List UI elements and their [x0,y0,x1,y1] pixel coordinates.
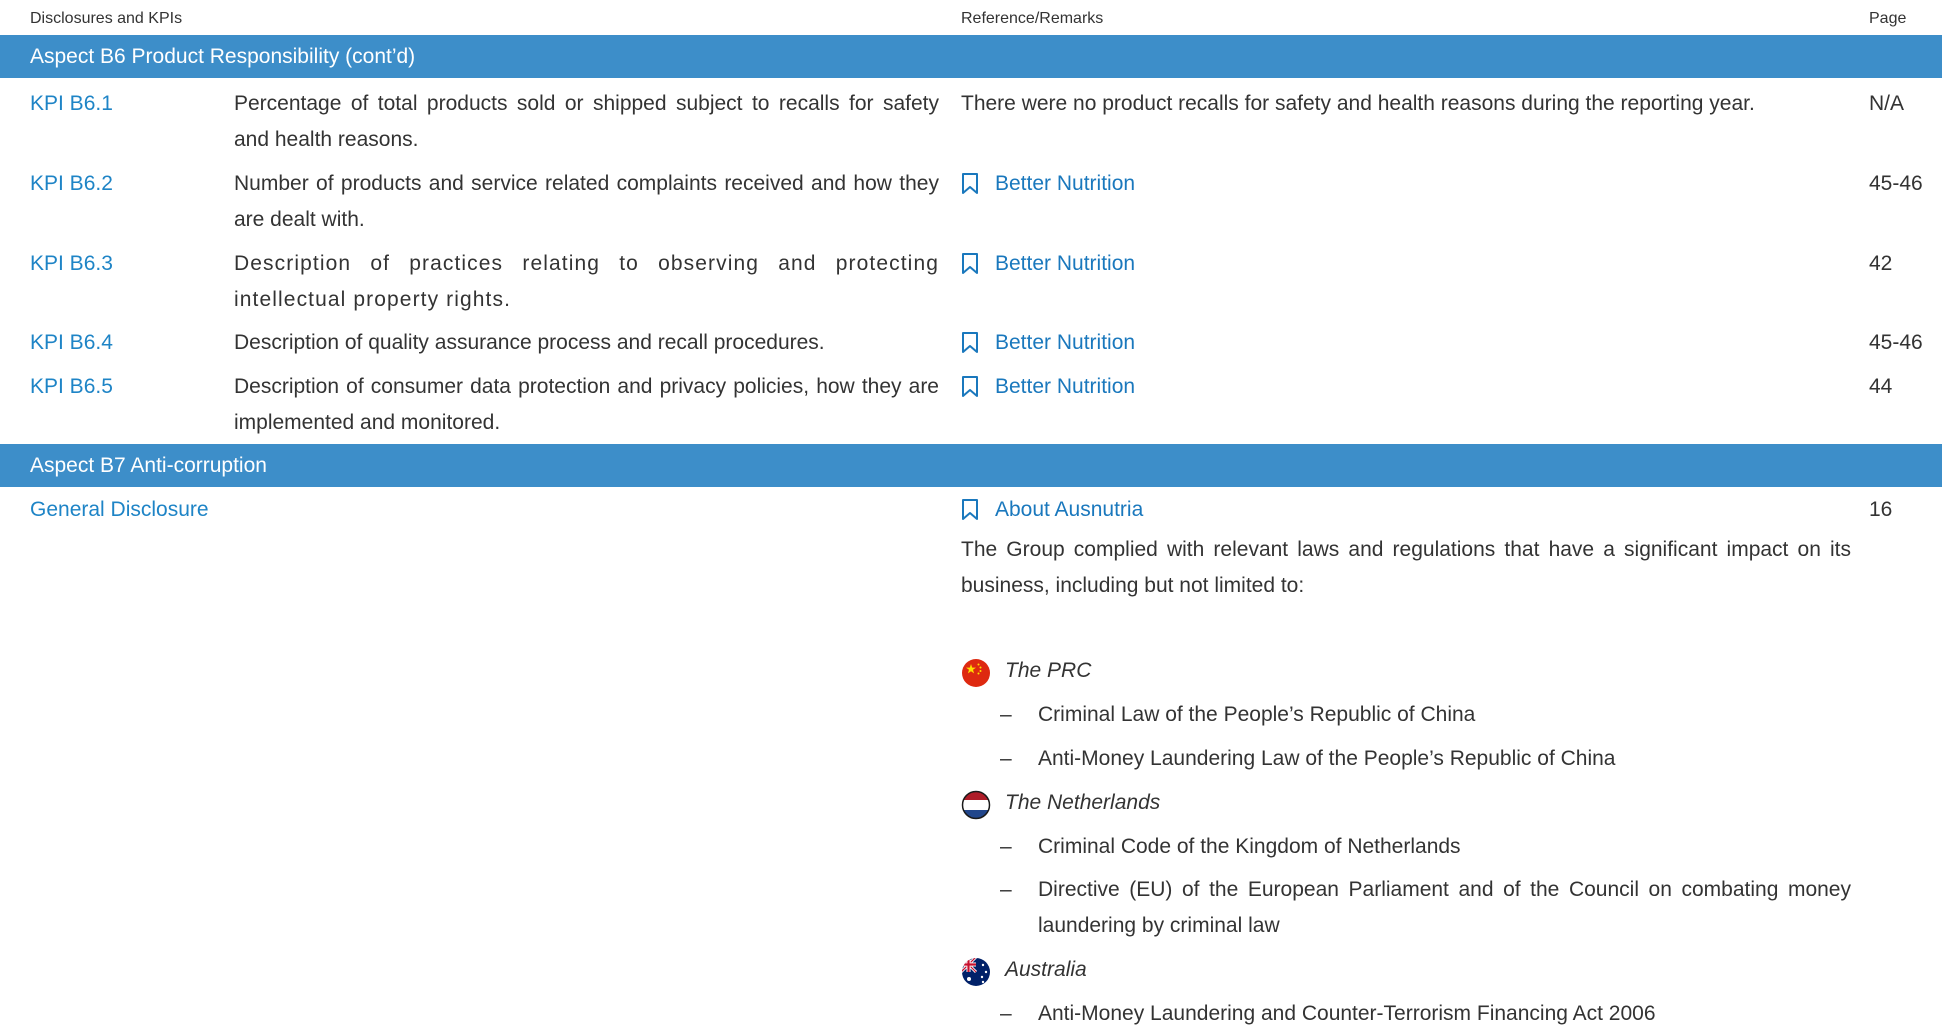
aspect-b6-title: Aspect B6 Product Responsibility (cont’d… [30,45,416,68]
bookmark-icon [962,173,978,194]
kpi-b6-4-description: Description of quality assurance process… [234,331,825,354]
dash-marker: – [1000,1002,1012,1025]
kpi-b6-3-id: KPI B6.3 [30,252,113,275]
kpi-b6-1-id: KPI B6.1 [30,92,113,115]
kpi-b6-2-id: KPI B6.2 [30,172,113,195]
law-text: Directive (EU) of the European Parliamen… [1038,878,1851,937]
country-name: The Netherlands [1005,791,1161,814]
kpi-b6-5-id: KPI B6.5 [30,375,113,398]
dash-marker: – [1000,703,1012,726]
netherlands-flag-icon [961,790,991,820]
kpi-b6-4-id: KPI B6.4 [30,331,113,354]
general-disclosure-page: 16 [1869,498,1893,521]
compliance-intro-paragraph: The Group complied with relevant laws an… [961,538,1851,597]
china-flag-icon [962,659,990,687]
law-text: Criminal Code of the Kingdom of Netherla… [1038,835,1461,858]
reference-link-label: Better Nutrition [995,331,1136,354]
aspect-b7-title: Aspect B7 Anti-corruption [30,454,267,477]
dash-marker: – [1000,747,1012,770]
australia-flag-icon [962,958,990,986]
general-disclosure-label: General Disclosure [30,498,209,521]
kpi-b6-4-page: 45-46 [1869,331,1923,354]
law-text: Anti-Money Laundering and Counter-Terror… [1038,1002,1656,1025]
kpi-b6-2-description: Number of products and service related c… [234,172,939,231]
reference-link-label: About Ausnutria [995,498,1144,521]
dash-marker: – [1000,835,1012,858]
kpi-b6-5-page: 44 [1869,375,1893,398]
country-name: Australia [1005,958,1087,981]
kpi-b6-1-remark: There were no product recalls for safety… [961,92,1755,115]
kpi-b6-1-page: N/A [1869,92,1905,115]
aspect-b7-header: Aspect B7 Anti-corruption [0,444,1942,487]
bookmark-icon [962,253,978,274]
kpi-b6-2-page: 45-46 [1869,172,1923,195]
column-header-disclosures: Disclosures and KPIs [30,10,183,27]
country-name: The PRC [1005,659,1092,682]
kpi-b6-3-page: 42 [1869,252,1893,275]
dash-marker: – [1000,878,1012,901]
aspect-b6-header: Aspect B6 Product Responsibility (cont’d… [0,35,1942,78]
kpi-b6-5-description: Description of consumer data protection … [234,375,939,434]
reference-link-label: Better Nutrition [995,172,1136,195]
column-header-page: Page [1869,10,1907,27]
kpi-b6-1-description: Percentage of total products sold or shi… [234,92,939,151]
law-text: Criminal Law of the People’s Republic of… [1038,703,1476,726]
column-header-reference: Reference/Remarks [961,10,1104,27]
reference-link-label: Better Nutrition [995,252,1136,275]
law-text: Anti-Money Laundering Law of the People’… [1038,747,1616,770]
bookmark-icon [962,499,978,520]
bookmark-icon [962,376,978,397]
bookmark-icon [962,332,978,353]
kpi-b6-3-description: Description of practices relating to obs… [234,252,939,311]
reference-link-label: Better Nutrition [995,375,1136,398]
